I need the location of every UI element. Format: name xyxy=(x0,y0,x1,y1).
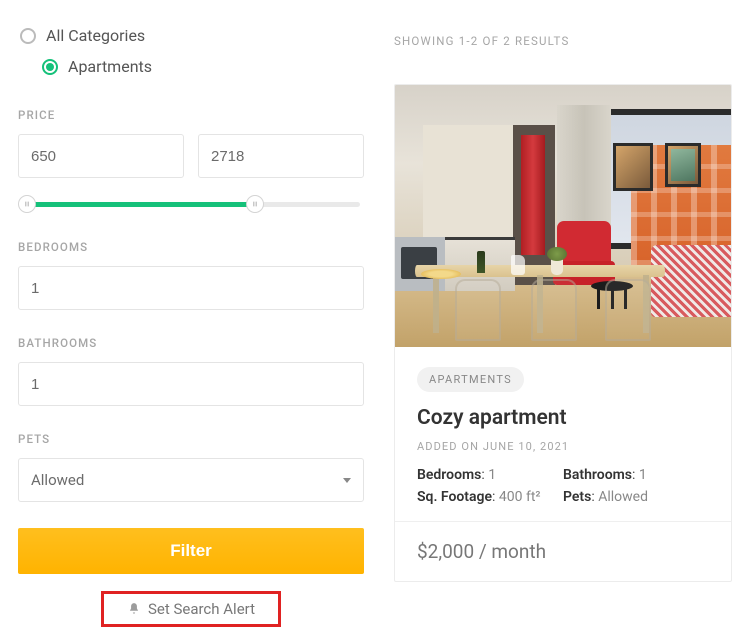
chevron-down-icon xyxy=(343,478,351,483)
pets-label: PETS xyxy=(18,432,364,446)
radio-checked-icon xyxy=(42,59,58,75)
category-apartments[interactable]: Apartments xyxy=(18,51,364,82)
results-count: SHOWING 1-2 OF 2 RESULTS xyxy=(394,34,732,48)
listing-price: $2,000 / month xyxy=(395,521,731,581)
set-search-alert-label: Set Search Alert xyxy=(148,600,255,618)
listing-title: Cozy apartment xyxy=(417,406,709,430)
slider-thumb-min[interactable] xyxy=(18,195,36,213)
price-max-input[interactable] xyxy=(198,134,364,178)
price-label: PRICE xyxy=(18,108,364,122)
meta-bathrooms: Bathrooms: 1 xyxy=(563,467,709,483)
pets-selected-value: Allowed xyxy=(31,471,84,489)
bedrooms-input[interactable] xyxy=(18,266,364,310)
set-search-alert-button[interactable]: Set Search Alert xyxy=(101,591,281,627)
listing-photo xyxy=(395,85,731,347)
price-slider[interactable] xyxy=(18,194,364,214)
meta-pets: Pets: Allowed xyxy=(563,489,709,505)
slider-fill xyxy=(22,202,254,207)
meta-sqft: Sq. Footage: 400 ft² xyxy=(417,489,563,505)
bathrooms-label: BATHROOMS xyxy=(18,336,364,350)
bell-icon xyxy=(127,602,141,616)
radio-unchecked-icon xyxy=(20,28,36,44)
slider-thumb-max[interactable] xyxy=(246,195,264,213)
category-label: All Categories xyxy=(46,26,145,45)
bedrooms-label: BEDROOMS xyxy=(18,240,364,254)
bathrooms-input[interactable] xyxy=(18,362,364,406)
listing-added: ADDED ON JUNE 10, 2021 xyxy=(417,440,709,453)
filter-sidebar: All Categories Apartments PRICE BEDROOMS… xyxy=(18,20,364,627)
listing-card[interactable]: APARTMENTS Cozy apartment ADDED ON JUNE … xyxy=(394,84,732,582)
results-panel: SHOWING 1-2 OF 2 RESULTS APARTMENTS xyxy=(394,20,732,627)
meta-bedrooms: Bedrooms: 1 xyxy=(417,467,563,483)
filter-button[interactable]: Filter xyxy=(18,528,364,574)
category-label: Apartments xyxy=(68,57,152,76)
category-all[interactable]: All Categories xyxy=(18,20,364,51)
price-min-input[interactable] xyxy=(18,134,184,178)
listing-tag: APARTMENTS xyxy=(417,367,524,392)
pets-select[interactable]: Allowed xyxy=(18,458,364,502)
